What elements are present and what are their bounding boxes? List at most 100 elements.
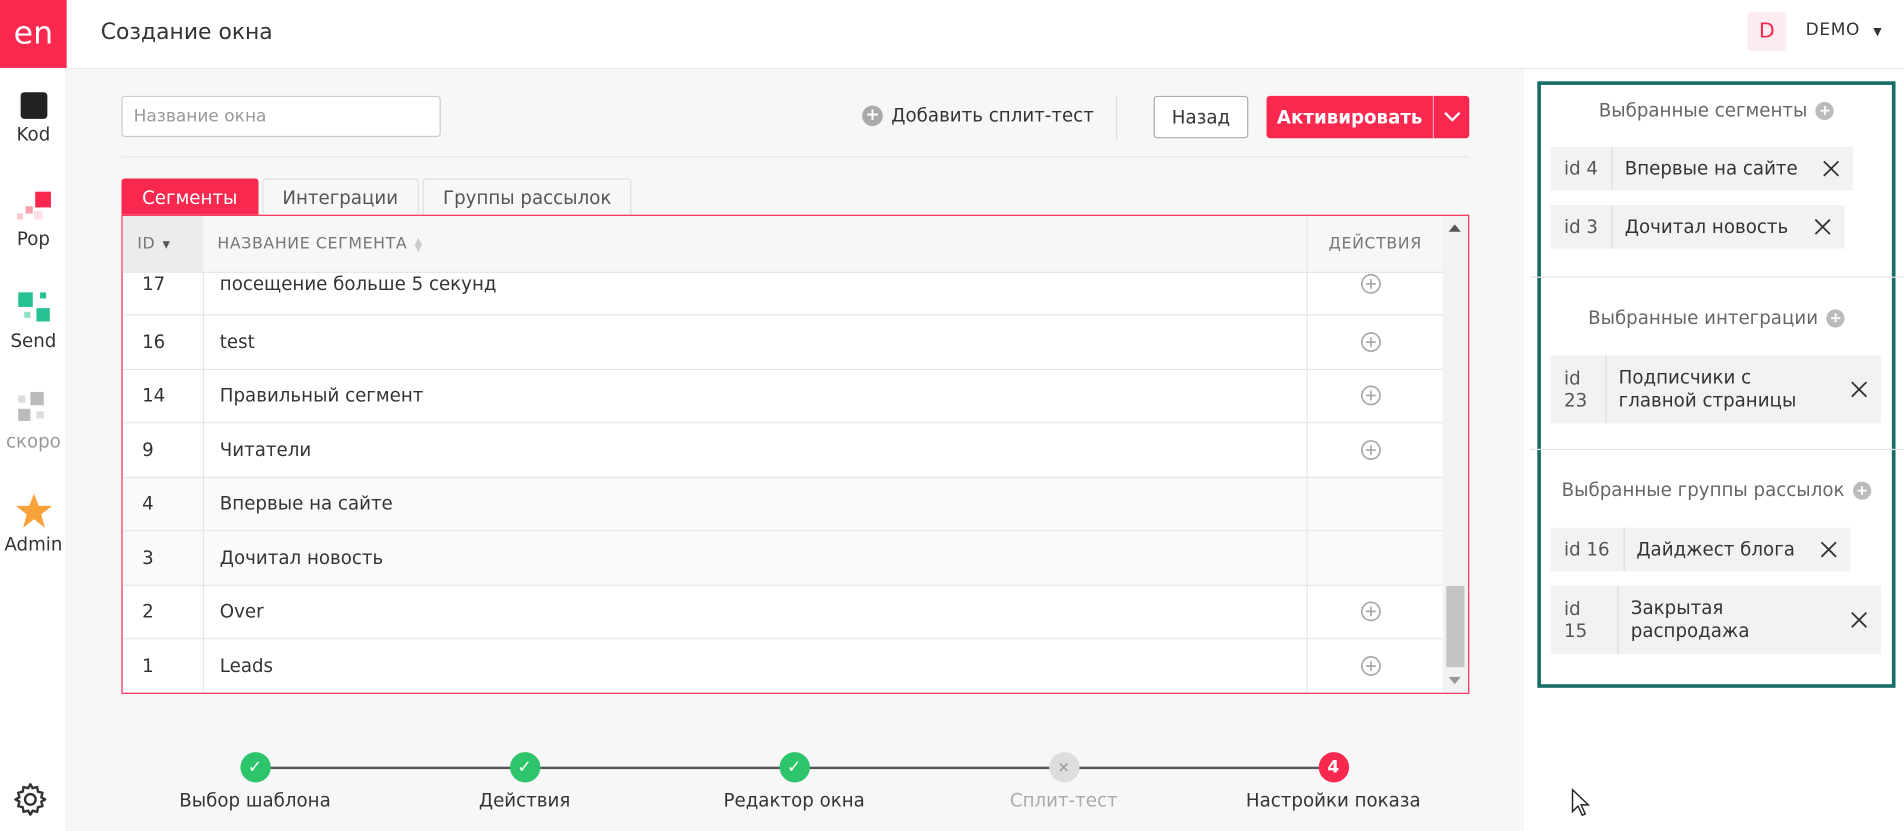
row-name: Leads [219, 655, 274, 678]
chip-name: Дочитал новость [1624, 215, 1789, 238]
table-row: 14 Правильный сегмент [122, 369, 1443, 424]
top-header: Создание окна D DEMO ▼ [66, 0, 1904, 70]
row-id: 16 [142, 330, 166, 353]
chevron-down-icon [1443, 111, 1460, 122]
add-split-test-button[interactable]: + Добавить сплит-тест [862, 104, 1094, 126]
table-row: 9 Читатели [122, 423, 1443, 478]
close-icon[interactable] [1807, 528, 1851, 572]
tabs: Сегменты Интеграции Группы рассылок [121, 178, 633, 215]
avatar[interactable]: D [1747, 12, 1787, 51]
activate-dropdown-button[interactable] [1432, 95, 1470, 139]
row-name: Over [219, 600, 264, 623]
add-circle-icon[interactable] [1360, 273, 1382, 295]
add-split-test-label: Добавить сплит-тест [891, 104, 1094, 127]
gear-icon[interactable] [12, 781, 48, 817]
app-logo[interactable]: en [0, 0, 67, 68]
check-icon: ✓ [239, 752, 271, 783]
step-split-test: ✕ Сплит-тест [967, 752, 1161, 812]
sort-desc-icon: ▼ [162, 238, 171, 250]
left-nav: en Kod Pop Send скоро Admin [0, 0, 67, 831]
nav-item-admin[interactable]: Admin [0, 493, 67, 556]
activate-button[interactable]: Активировать [1266, 95, 1433, 139]
nav-item-pop[interactable]: Pop [0, 189, 67, 250]
row-id: 2 [142, 600, 154, 623]
wizard-stepper: ✓ Выбор шаблона ✓ Действия ✓ Редактор ок… [67, 748, 1524, 821]
table-body: 17 посещение больше 5 секунд 16 test 14 … [122, 273, 1443, 693]
plus-circle-icon[interactable]: + [1826, 308, 1845, 327]
add-circle-icon[interactable] [1360, 331, 1382, 353]
selected-integration-chip: id 23 Подписчики с главной страницы [1550, 355, 1881, 424]
row-name: посещение больше 5 секунд [219, 272, 497, 295]
chip-name: Впервые на сайте [1624, 157, 1798, 179]
scroll-up-arrow-icon[interactable] [1448, 224, 1461, 232]
row-id: 9 [142, 438, 154, 461]
chip-name: Закрытая распродажа [1630, 596, 1750, 642]
step-editor[interactable]: ✓ Редактор окна [697, 752, 891, 812]
selected-integrations-title: Выбранные интеграции + [1541, 307, 1892, 329]
section-divider [1530, 276, 1904, 278]
nav-item-kod[interactable]: Kod [0, 92, 67, 146]
chip-id: id 3 [1551, 205, 1613, 249]
step-label: Редактор окна [723, 789, 865, 812]
add-circle-icon[interactable] [1360, 655, 1382, 677]
chip-name: Подписчики с главной страницы [1618, 366, 1797, 412]
scrollbar-thumb[interactable] [1446, 585, 1465, 668]
section-divider [1530, 448, 1904, 451]
row-name: Правильный сегмент [219, 384, 424, 407]
table-scrollbar[interactable] [1442, 215, 1469, 693]
selected-segment-chip: id 3 Дочитал новость [1550, 205, 1845, 249]
table-row: 17 посещение больше 5 секунд [122, 273, 1443, 316]
nav-label-send: Send [10, 329, 57, 352]
close-icon[interactable] [1810, 147, 1854, 191]
grid-icon [17, 391, 44, 421]
scroll-down-arrow-icon[interactable] [1448, 676, 1461, 685]
tab-segments[interactable]: Сегменты [121, 178, 259, 215]
table-row: 16 test [122, 315, 1443, 370]
selected-groups-title: Выбранные группы рассылок + [1541, 479, 1892, 501]
nav-label-kod: Kod [16, 123, 51, 146]
caret-down-icon: ▼ [1873, 26, 1883, 39]
selected-groups-label: Выбранные группы рассылок [1561, 479, 1845, 502]
selected-segment-chip: id 4 Впервые на сайте [1550, 146, 1854, 191]
tab-integrations[interactable]: Интеграции [261, 178, 419, 215]
selected-group-chip: id 16 Дайджест блога [1550, 527, 1851, 572]
send-icon [17, 292, 50, 322]
mouse-cursor-icon [1571, 788, 1591, 817]
plus-circle-icon[interactable]: + [1852, 480, 1872, 500]
nav-item-send[interactable]: Send [0, 291, 67, 352]
kod-icon [20, 92, 47, 119]
account-menu[interactable]: DEMO ▼ [1806, 21, 1883, 40]
close-icon[interactable] [1837, 586, 1881, 654]
back-button[interactable]: Назад [1153, 95, 1249, 139]
add-circle-icon[interactable] [1360, 439, 1382, 461]
step-label: Действия [478, 789, 571, 812]
nav-label-soon: скоро [5, 430, 61, 453]
step-display-settings[interactable]: 4 Настройки показа [1236, 752, 1430, 812]
add-circle-icon[interactable] [1360, 601, 1382, 623]
column-divider [202, 272, 205, 693]
column-id-label: ID [137, 235, 156, 254]
step-template[interactable]: ✓ Выбор шаблона [158, 752, 352, 812]
close-icon[interactable] [1837, 355, 1881, 423]
sort-icon: ▲ ▼ [414, 234, 423, 253]
close-icon[interactable] [1800, 205, 1844, 249]
star-icon [15, 493, 52, 528]
chip-id: id 23 [1551, 355, 1607, 424]
tab-mail-groups[interactable]: Группы рассылок [422, 178, 633, 215]
step-label: Сплит-тест [1009, 789, 1118, 812]
chip-id: id 4 [1551, 146, 1613, 191]
step-actions[interactable]: ✓ Действия [427, 752, 621, 812]
column-name-label: НАЗВАНИЕ СЕГМЕНТА [217, 235, 408, 254]
table-row: 1 Leads [123, 639, 1443, 692]
check-icon: ✓ [509, 752, 540, 783]
table-row: 4 Впервые на сайте [122, 477, 1443, 532]
row-name: Впервые на сайте [219, 492, 393, 515]
row-id: 14 [142, 384, 166, 407]
plus-circle-icon[interactable]: + [1815, 101, 1835, 120]
cross-icon: ✕ [1048, 752, 1079, 783]
selected-group-chip: id 15 Закрытая распродажа [1550, 585, 1881, 654]
row-name: test [219, 330, 255, 353]
add-circle-icon[interactable] [1360, 385, 1382, 407]
toolbar-separator [121, 156, 1470, 158]
window-name-input[interactable] [121, 95, 441, 138]
